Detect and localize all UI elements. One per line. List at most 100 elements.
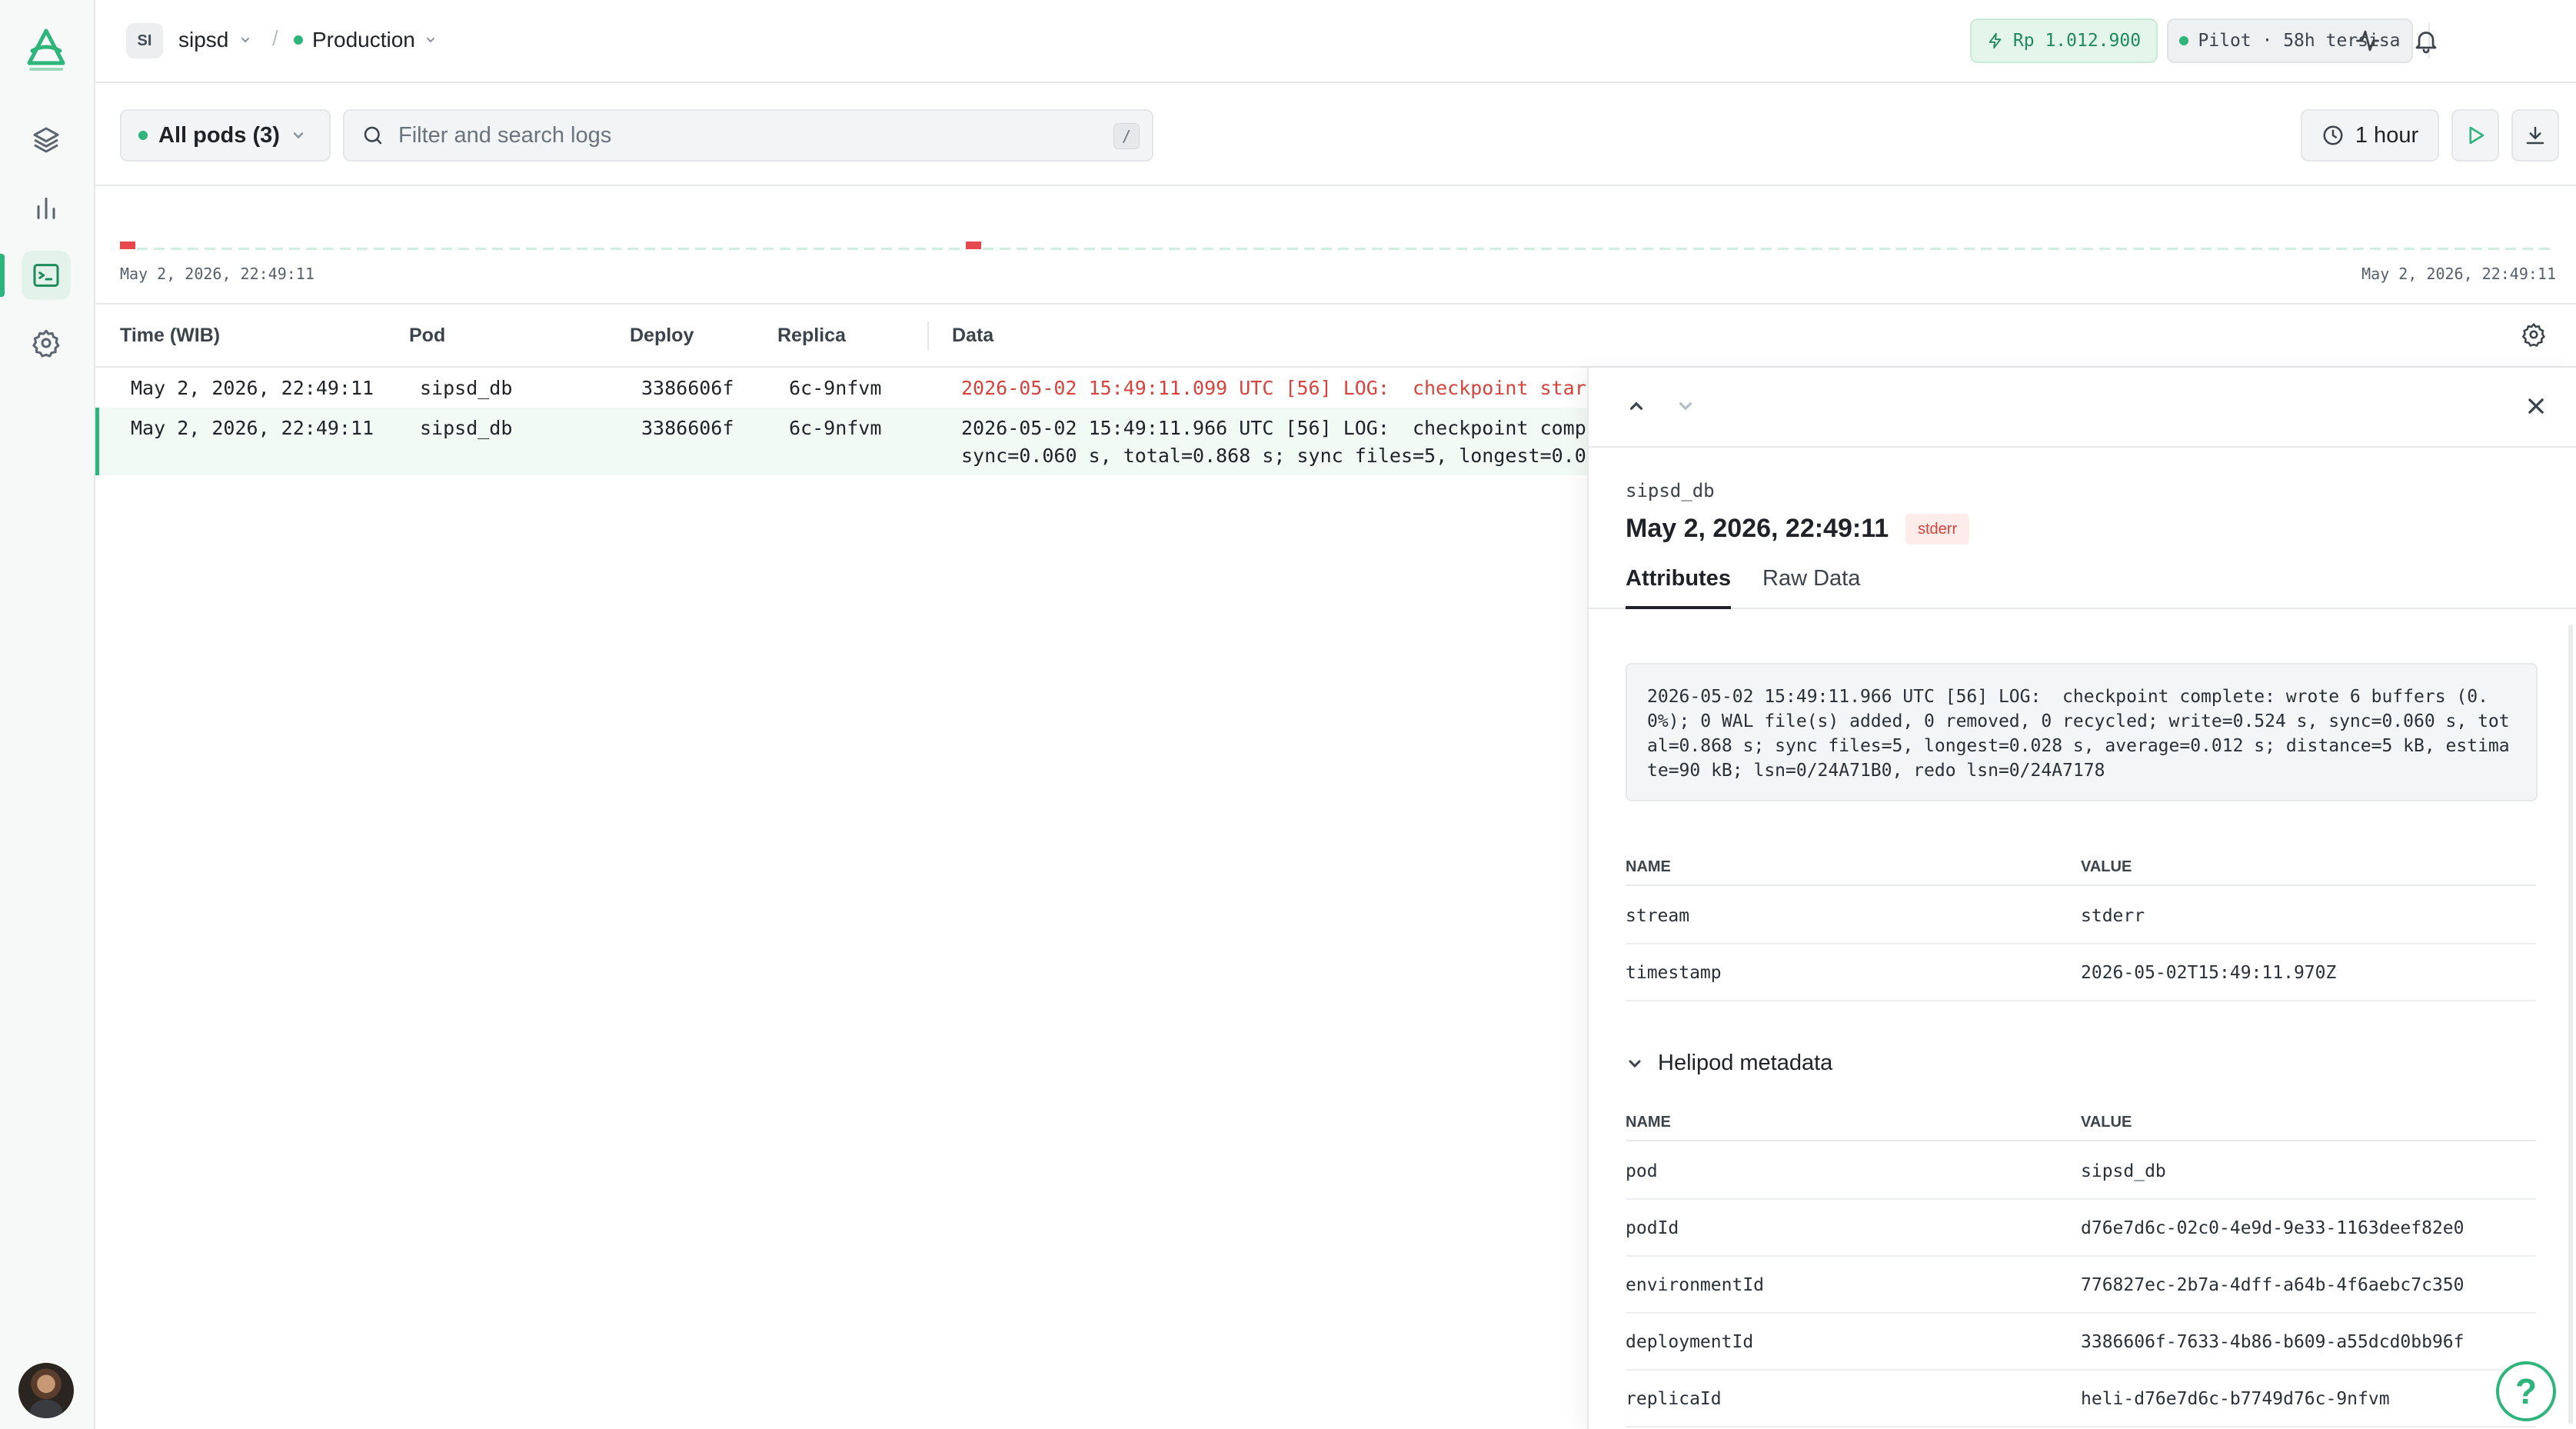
histogram-bar [932, 248, 943, 250]
histogram-bar [509, 248, 520, 250]
metadata-row: pod sipsd_db [1626, 1143, 2536, 1200]
histogram-bar [2488, 248, 2499, 250]
search-input[interactable] [398, 122, 1075, 148]
environment-status-dot [294, 35, 303, 45]
credit-balance: Rp 1.012.900 [2012, 31, 2142, 51]
histogram-bar [678, 248, 689, 250]
gear-icon[interactable] [22, 318, 71, 368]
histogram-bar [2336, 248, 2347, 250]
chevron-down-icon [241, 38, 250, 43]
histogram-bar [188, 248, 198, 250]
histogram-bar [577, 248, 587, 250]
bar-chart-icon[interactable] [22, 183, 71, 232]
histogram-bar [814, 248, 824, 250]
detail-scrollbar[interactable] [2568, 625, 2573, 1424]
log-detail-panel: sipsd_db May 2, 2026, 22:49:11 stderr At… [1587, 368, 2576, 1429]
histogram-bar [2421, 248, 2431, 250]
histogram-bar [1186, 248, 1196, 250]
chevron-down-icon [1629, 1060, 1641, 1068]
detail-pod-name: sipsd_db [1626, 480, 1715, 501]
metadata-value: 776827ec-2b7a-4dff-a64b-4f6aebc7c350 [2081, 1275, 2465, 1295]
histogram-bar [492, 248, 503, 250]
clock-icon [2323, 125, 2343, 145]
attribute-name: timestamp [1626, 963, 1722, 983]
histogram-bar [2505, 248, 2516, 250]
credit-balance-pill[interactable]: Rp 1.012.900 [1970, 18, 2158, 63]
histogram-bar [1507, 248, 1518, 250]
helipod-metadata-toggle[interactable]: Helipod metadata [1626, 1051, 1832, 1076]
histogram-bar [2167, 248, 2178, 250]
histogram-bar [306, 248, 317, 250]
attribute-row: stream stderr [1626, 888, 2536, 944]
histogram-bar [2319, 248, 2330, 250]
column-header-pod[interactable]: Pod [409, 325, 445, 347]
histogram-bar [1406, 248, 1416, 250]
histogram-bar [357, 248, 368, 250]
histogram-bar [2252, 248, 2262, 250]
avatar[interactable] [18, 1363, 74, 1418]
histogram-bar [255, 248, 266, 250]
chevron-down-icon [293, 132, 304, 139]
metadata-name: deploymentId [1626, 1332, 1754, 1352]
row-pod: sipsd_db [420, 417, 513, 439]
time-range-button[interactable]: 1 hour [2301, 109, 2439, 162]
org-badge: SI [126, 23, 163, 58]
download-button[interactable] [2511, 109, 2559, 162]
histogram-bar [2015, 248, 2025, 250]
metadata-name: replicaId [1626, 1389, 1722, 1409]
environment-switcher[interactable]: Production [294, 28, 437, 52]
help-button[interactable]: ? [2496, 1361, 2556, 1421]
download-icon [2526, 126, 2544, 145]
histogram-bar [1998, 248, 2009, 250]
left-rail [0, 0, 95, 1429]
histogram-bar [830, 248, 841, 250]
histogram-bar [898, 248, 909, 250]
layers-icon[interactable] [22, 115, 71, 165]
chevron-up-icon[interactable] [1621, 391, 1652, 421]
column-header-replica[interactable]: Replica [777, 325, 846, 347]
tab-raw-data[interactable]: Raw Data [1762, 561, 1860, 609]
log-search: / [343, 109, 1153, 162]
histogram-bar [1304, 248, 1315, 250]
histogram-bar [1642, 248, 1653, 250]
close-icon[interactable] [2521, 391, 2551, 421]
histogram-bar [847, 248, 858, 250]
histogram-bar [1626, 248, 1636, 250]
histogram-bar [2471, 248, 2482, 250]
row-data: 2026-05-02 15:49:11.099 UTC [56] LOG: ch… [961, 377, 1621, 399]
lightning-icon [1989, 32, 2002, 49]
row-deploy: 3386606f [641, 377, 734, 399]
histogram-bars[interactable] [120, 241, 2558, 254]
column-header-time[interactable]: Time (WIB) [120, 325, 220, 347]
bell-icon[interactable] [2408, 23, 2444, 58]
time-range-label: 1 hour [2355, 122, 2419, 148]
histogram-bar [1372, 248, 1383, 250]
histogram-bar [1964, 248, 1975, 250]
metadata-row: replicaId heli-d76e7d6c-b7749d76c-9nfvm [1626, 1371, 2536, 1427]
logo-icon[interactable] [23, 25, 69, 74]
org-name: sipsd [178, 28, 229, 52]
histogram-bar [1270, 248, 1281, 250]
histogram-bar [1152, 248, 1163, 250]
terminal-icon[interactable] [22, 251, 71, 300]
histogram-bar [221, 248, 232, 250]
histogram-bar [2184, 248, 2195, 250]
environment-name: Production [312, 28, 415, 52]
org-switcher[interactable]: sipsd [178, 28, 251, 52]
histogram-bar [1473, 248, 1484, 250]
attribute-value: 2026-05-02T15:49:11.970Z [2081, 963, 2337, 983]
chevron-down-icon[interactable] [1670, 391, 1701, 421]
activity-icon[interactable] [2350, 23, 2385, 58]
live-tail-button[interactable] [2451, 109, 2499, 162]
column-header-deploy[interactable]: Deploy [630, 325, 694, 347]
metadata-value: sipsd_db [2081, 1161, 2166, 1181]
table-settings-icon[interactable] [2521, 321, 2547, 351]
tab-attributes[interactable]: Attributes [1626, 561, 1731, 609]
histogram-bar [171, 248, 181, 250]
histogram-bar [1744, 248, 1755, 250]
pod-filter-dropdown[interactable]: All pods (3) [120, 109, 331, 162]
histogram-bar [1812, 248, 1822, 250]
column-header-data[interactable]: Data [952, 325, 993, 347]
attribute-value: stderr [2081, 906, 2145, 926]
histogram-bar [1727, 248, 1738, 250]
